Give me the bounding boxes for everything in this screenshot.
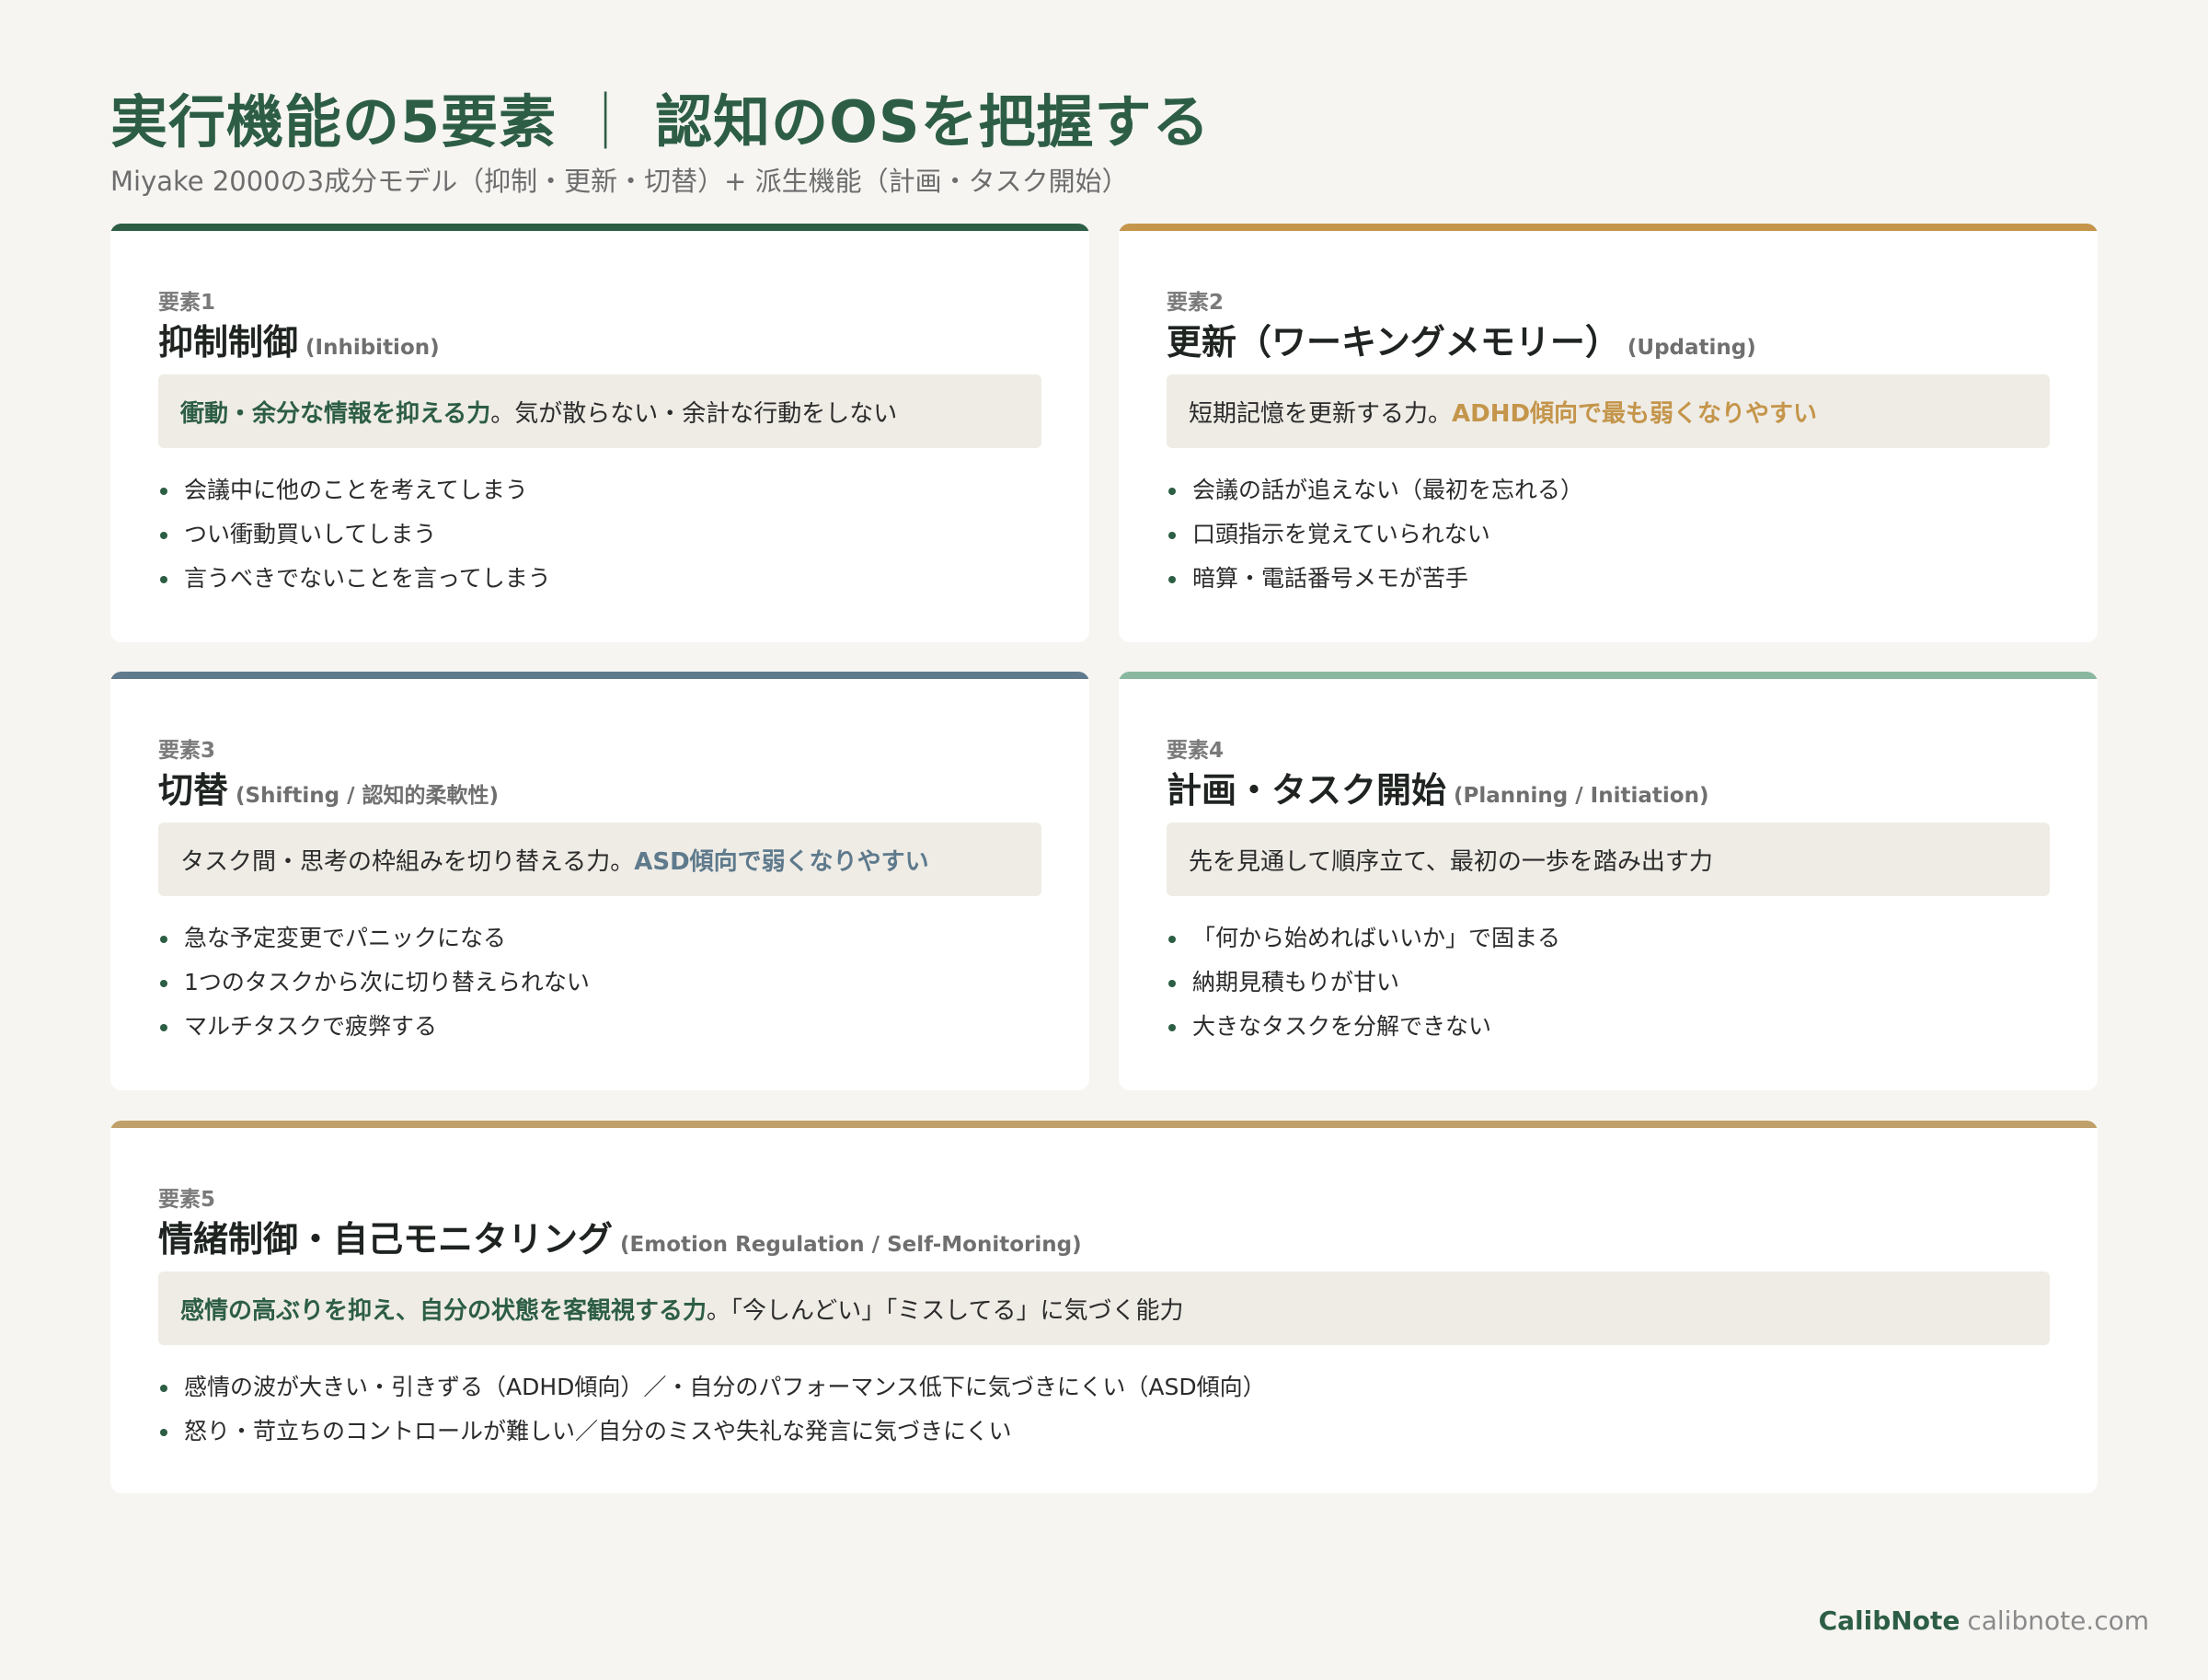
card-summary: 先を見通して順序立て、最初の一歩を踏み出す力: [1167, 823, 2050, 896]
card-bullet-list: 会議の話が追えない（最初を忘れる） 口頭指示を覚えていられない 暗算・電話番号メ…: [1167, 468, 1583, 601]
card-title-text: 更新（ワーキングメモリー）: [1167, 322, 1620, 362]
title-separator: ｜: [577, 88, 636, 155]
card-eyebrow: 要素3: [158, 739, 216, 763]
card-title: 情緒制御・自己モニタリング (Emotion Regulation / Self-…: [158, 1211, 1082, 1261]
page-title-main: 実行機能の5要素: [110, 88, 558, 155]
card-inhibition: 要素1 抑制制御 (Inhibition) 衝動・余分な情報を抑える力 。気が散らな…: [110, 224, 1089, 642]
card-title: 計画・タスク開始 (Planning / Initiation): [1167, 762, 1708, 812]
card-eyebrow: 要素5: [158, 1188, 216, 1212]
card-title-text: 情緒制御・自己モニタリング: [158, 1219, 614, 1260]
list-item: 納期見積もりが甘い: [1167, 961, 1560, 1005]
list-item: 会議中に他のことを考えてしまう: [158, 468, 551, 512]
card-bullet-list: 急な予定変更でパニックになる 1つのタスクから次に切り替えられない マルチタスク…: [158, 916, 590, 1049]
summary-rest: 。「今しんどい」「ミスしてる」に気づく能力: [707, 1296, 1184, 1325]
list-item: 怒り・苛立ちのコントロールが難しい／自分のミスや失礼な発言に気づきにくい: [158, 1410, 1266, 1454]
footer-brand: CalibNote: [1818, 1605, 1961, 1636]
summary-rest: 。気が散らない・余計な行動をしない: [490, 399, 898, 428]
card-title-text: 計画・タスク開始: [1167, 770, 1447, 811]
page-title-sub: 認知のOSを把握する: [655, 88, 1211, 155]
summary-pre: 先を見通して順序立て、最初の一歩を踏み出す力: [1189, 847, 1713, 876]
card-bullet-list: 感情の波が大きい・引きずる（ADHD傾向）／・自分のパフォーマンス低下に気づきに…: [158, 1365, 1266, 1454]
card-summary: 衝動・余分な情報を抑える力 。気が散らない・余計な行動をしない: [158, 374, 1041, 448]
card-title-en: (Updating): [1627, 336, 1756, 360]
list-item: つい衝動買いしてしまう: [158, 512, 551, 557]
card-emotion-regulation: 要素5 情緒制御・自己モニタリング (Emotion Regulation / S…: [110, 1121, 2098, 1493]
card-accent-bar: [1119, 224, 2098, 231]
card-title-text: 抑制制御: [158, 322, 299, 362]
card-summary: 感情の高ぶりを抑え、自分の状態を客観視する力 。「今しんどい」「ミスしてる」に気づ…: [158, 1272, 2050, 1345]
card-bullet-list: 会議中に他のことを考えてしまう つい衝動買いしてしまう 言うべきでないことを言っ…: [158, 468, 551, 601]
list-item: 感情の波が大きい・引きずる（ADHD傾向）／・自分のパフォーマンス低下に気づきに…: [158, 1365, 1266, 1410]
card-summary: タスク間・思考の枠組みを切り替える力。 ASD傾向で弱くなりやすい: [158, 823, 1041, 896]
list-item: 1つのタスクから次に切り替えられない: [158, 961, 590, 1005]
footer-domain: calibnote.com: [1967, 1605, 2149, 1636]
card-title-en: (Inhibition): [305, 336, 440, 360]
card-updating: 要素2 更新（ワーキングメモリー） (Updating) 短期記憶を更新する力。 A…: [1119, 224, 2098, 642]
card-title: 抑制制御 (Inhibition): [158, 314, 440, 364]
summary-pre: 短期記憶を更新する力。: [1189, 399, 1453, 428]
card-title-en: (Shifting / 認知的柔軟性): [236, 784, 499, 808]
card-title-en: (Emotion Regulation / Self-Monitoring): [620, 1233, 1082, 1257]
summary-highlight: 衝動・余分な情報を抑える力: [180, 399, 491, 428]
list-item: 言うべきでないことを言ってしまう: [158, 557, 551, 601]
card-accent-bar: [1119, 672, 2098, 679]
card-accent-bar: [110, 672, 1089, 679]
list-item: マルチタスクで疲弊する: [158, 1005, 590, 1049]
list-item: 口頭指示を覚えていられない: [1167, 512, 1583, 557]
summary-highlight: ADHD傾向で最も弱くなりやすい: [1452, 399, 1818, 428]
list-item: 暗算・電話番号メモが苦手: [1167, 557, 1583, 601]
card-title-en: (Planning / Initiation): [1454, 784, 1709, 808]
card-eyebrow: 要素1: [158, 291, 216, 315]
card-title: 更新（ワーキングメモリー） (Updating): [1167, 314, 1756, 364]
card-accent-bar: [110, 1121, 2098, 1128]
page-title: 実行機能の5要素 ｜ 認知のOSを把握する: [110, 75, 1211, 158]
card-title: 切替 (Shifting / 認知的柔軟性): [158, 762, 499, 812]
card-eyebrow: 要素2: [1167, 291, 1225, 315]
summary-highlight: ASD傾向で弱くなりやすい: [634, 847, 929, 876]
summary-highlight: 感情の高ぶりを抑え、自分の状態を客観視する力: [180, 1296, 707, 1325]
card-accent-bar: [110, 224, 1089, 231]
list-item: 「何から始めればいいか」で固まる: [1167, 916, 1560, 961]
page-subtitle: Miyake 2000の3成分モデル（抑制・更新・切替）+ 派生機能（計画・タス…: [110, 166, 1129, 197]
card-bullet-list: 「何から始めればいいか」で固まる 納期見積もりが甘い 大きなタスクを分解できない: [1167, 916, 1560, 1049]
card-title-text: 切替: [158, 770, 229, 811]
summary-pre: タスク間・思考の枠組みを切り替える力。: [180, 847, 635, 876]
list-item: 会議の話が追えない（最初を忘れる）: [1167, 468, 1583, 512]
card-shifting: 要素3 切替 (Shifting / 認知的柔軟性) タスク間・思考の枠組みを切り…: [110, 672, 1089, 1090]
card-summary: 短期記憶を更新する力。 ADHD傾向で最も弱くなりやすい: [1167, 374, 2050, 448]
list-item: 大きなタスクを分解できない: [1167, 1005, 1560, 1049]
footer-credit: CalibNote calibnote.com: [1819, 1605, 2149, 1636]
card-planning: 要素4 計画・タスク開始 (Planning / Initiation) 先を見通…: [1119, 672, 2098, 1090]
list-item: 急な予定変更でパニックになる: [158, 916, 590, 961]
card-eyebrow: 要素4: [1167, 739, 1225, 763]
